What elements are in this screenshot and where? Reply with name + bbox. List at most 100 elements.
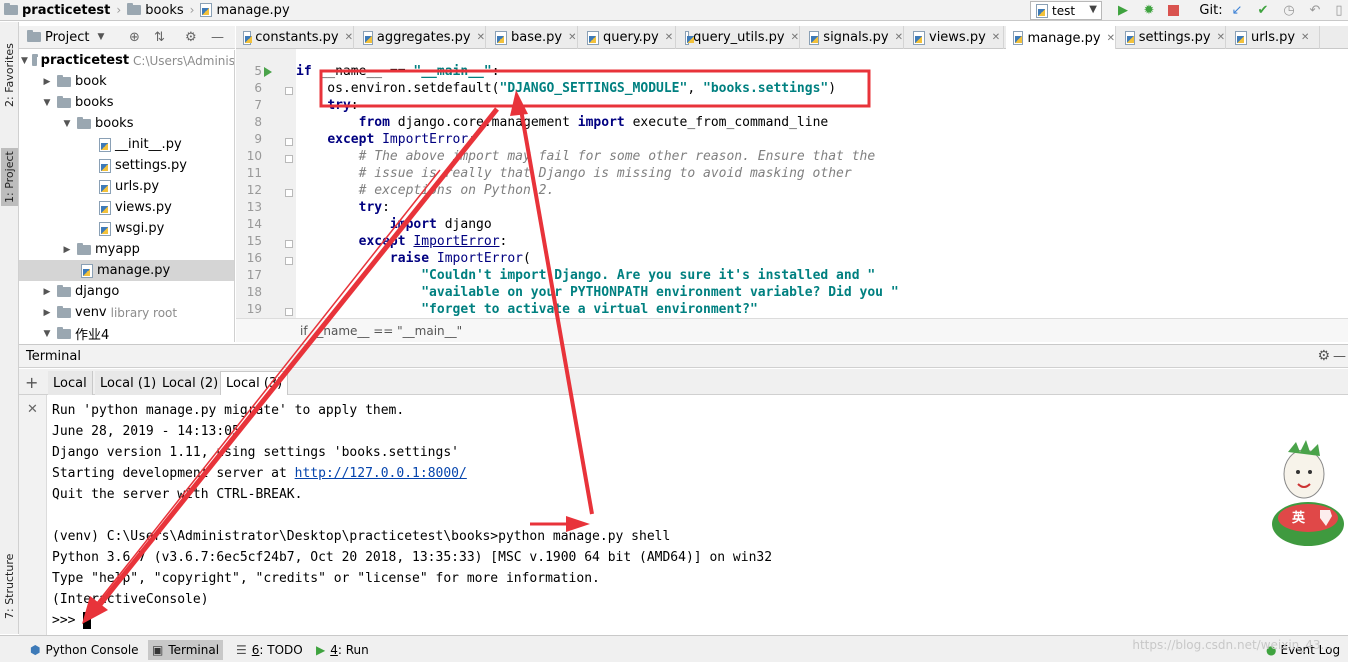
todo-button[interactable]: ☰ 6: TODO <box>232 640 307 660</box>
close-icon[interactable]: ✕ <box>895 32 903 43</box>
fold-marker-icon[interactable] <box>285 138 293 146</box>
collapsed-arrow-icon[interactable]: ▶ <box>61 245 73 255</box>
project-view-icon <box>27 30 41 42</box>
tree-item-venv[interactable]: ▶ venv library root <box>19 302 234 323</box>
tab-favorites[interactable]: 2: Favorites <box>1 30 18 120</box>
tree-item-wsgi[interactable]: wsgi.py <box>19 218 234 239</box>
line-number: 18 <box>246 285 262 299</box>
stop-icon[interactable] <box>1164 2 1182 19</box>
gear-icon[interactable]: ⚙ <box>185 30 197 45</box>
sync-icon[interactable]: ⊕ <box>129 30 140 45</box>
close-icon[interactable]: ✕ <box>1301 32 1309 43</box>
more-icon[interactable]: ▯ <box>1330 2 1348 19</box>
collapse-icon[interactable]: ⇅ <box>154 30 165 45</box>
hide-icon[interactable]: — <box>1333 349 1346 364</box>
breadcrumb-books[interactable]: books <box>123 0 187 21</box>
collapsed-arrow-icon[interactable]: ▶ <box>41 287 53 297</box>
close-icon[interactable]: ✕ <box>568 32 576 43</box>
run-configuration-select[interactable]: test ▼ <box>1030 1 1102 20</box>
fold-marker-icon[interactable] <box>285 155 293 163</box>
expanded-arrow-icon[interactable]: ▼ <box>41 329 53 339</box>
terminal-tab-local-1[interactable]: Local (1) <box>95 371 163 395</box>
project-panel-title[interactable]: Project <box>45 30 89 45</box>
debug-icon[interactable]: ✹ <box>1140 2 1158 19</box>
tree-item-zuoye4[interactable]: ▼ 作业4 <box>19 323 234 342</box>
tab-urls[interactable]: urls.py ✕ <box>1228 26 1320 49</box>
python-file-icon <box>1013 31 1024 45</box>
terminal-tab-local[interactable]: Local <box>48 371 93 395</box>
tree-item-settings[interactable]: settings.py <box>19 155 234 176</box>
project-panel-header: Project ▼ ⊕ ⇅ ⚙ — <box>19 26 235 49</box>
tree-item-init[interactable]: __init__.py <box>19 134 234 155</box>
tree-item-book[interactable]: ▶ book <box>19 71 234 92</box>
code-editor[interactable]: if __name__ == "__main__": os.environ.se… <box>296 49 1348 318</box>
close-icon[interactable]: ✕ <box>345 32 353 43</box>
breadcrumb-file[interactable]: manage.py <box>196 0 293 21</box>
server-url-link[interactable]: http://127.0.0.1:8000/ <box>295 466 467 481</box>
terminal-tab-local-3[interactable]: Local (3) <box>220 371 289 395</box>
close-icon[interactable]: ✕ <box>27 402 38 417</box>
run-icon[interactable]: ▶ <box>1114 2 1132 19</box>
expanded-arrow-icon[interactable]: ▼ <box>41 98 53 108</box>
fold-marker-icon[interactable] <box>285 257 293 265</box>
tree-item-django[interactable]: ▶ django <box>19 281 234 302</box>
add-terminal-icon[interactable]: + <box>25 373 38 392</box>
folder-icon <box>31 53 38 66</box>
chevron-down-icon[interactable]: ▼ <box>97 32 104 42</box>
collapsed-arrow-icon[interactable]: ▶ <box>41 308 53 318</box>
python-file-icon <box>99 137 111 152</box>
git-commit-icon[interactable]: ✔ <box>1254 2 1272 19</box>
fold-marker-icon[interactable] <box>285 240 293 248</box>
terminal-output[interactable]: Run 'python manage.py migrate' to apply … <box>48 395 1348 635</box>
tab-views[interactable]: views.py ✕ <box>906 26 1004 49</box>
terminal-tab-local-2[interactable]: Local (2) <box>157 371 225 395</box>
tab-project[interactable]: 1: Project <box>1 148 18 206</box>
python-file-icon <box>99 221 111 236</box>
editor-gutter: 5 6 7 8 9 10 11 12 13 14 15 16 17 18 19 <box>236 49 296 318</box>
tab-structure[interactable]: 7: Structure <box>1 542 18 630</box>
tab-settings[interactable]: settings.py ✕ <box>1118 26 1226 49</box>
tree-item-views[interactable]: views.py <box>19 197 234 218</box>
tab-query-utils[interactable]: query_utils.py ✕ <box>678 26 800 49</box>
hide-icon[interactable]: — <box>211 30 224 45</box>
code-breadcrumb[interactable]: if __name__ == "__main__" <box>236 318 1348 342</box>
tree-item-books-package[interactable]: ▼ books <box>19 113 234 134</box>
breadcrumb-project[interactable]: practicetest <box>0 0 114 21</box>
code-line: "forget to activate a virtual environmen… <box>421 302 758 317</box>
close-icon[interactable]: ✕ <box>1217 32 1225 43</box>
tree-item-manage[interactable]: manage.py <box>19 260 234 281</box>
terminal-tabs: + Local Local (1) Local (2) Local (3) <box>19 369 1348 395</box>
gear-icon[interactable]: ⚙ <box>1317 348 1330 364</box>
close-icon[interactable]: ✕ <box>992 32 1000 43</box>
collapsed-arrow-icon[interactable]: ▶ <box>41 77 53 87</box>
close-icon[interactable]: ✕ <box>665 32 673 43</box>
terminal-button[interactable]: ▣ Terminal <box>148 640 224 660</box>
fold-marker-icon[interactable] <box>285 308 293 316</box>
expanded-arrow-icon[interactable]: ▼ <box>61 119 73 129</box>
tab-aggregates[interactable]: aggregates.py ✕ <box>356 26 486 49</box>
tree-item-myapp[interactable]: ▶ myapp <box>19 239 234 260</box>
revert-icon[interactable]: ↶ <box>1306 2 1324 19</box>
python-file-icon <box>99 158 111 173</box>
close-icon[interactable]: ✕ <box>791 32 799 43</box>
python-console-button[interactable]: ⬢ Python Console <box>26 640 143 660</box>
tree-item-urls[interactable]: urls.py <box>19 176 234 197</box>
tree-item-practicetest[interactable]: ▼ practicetest C:\Users\Adminis <box>19 50 234 71</box>
tab-constants[interactable]: constants.py ✕ <box>236 26 354 49</box>
tab-signals[interactable]: signals.py ✕ <box>802 26 904 49</box>
tab-query[interactable]: query.py ✕ <box>580 26 676 49</box>
fold-marker-icon[interactable] <box>285 87 293 95</box>
run-button[interactable]: ▶ 4: Run <box>312 640 373 660</box>
fold-marker-icon[interactable] <box>285 189 293 197</box>
close-icon[interactable]: ✕ <box>1107 33 1115 44</box>
git-update-icon[interactable]: ↙ <box>1228 2 1246 19</box>
tab-base[interactable]: base.py ✕ <box>488 26 578 49</box>
tab-manage[interactable]: manage.py ✕ <box>1006 26 1116 50</box>
run-gutter-icon[interactable] <box>264 67 272 77</box>
terminal-line: Python 3.6.7 (v3.6.7:6ec5cf24b7, Oct 20 … <box>52 550 773 565</box>
history-icon[interactable]: ◷ <box>1280 2 1298 19</box>
tree-item-books[interactable]: ▼ books <box>19 92 234 113</box>
close-icon[interactable]: ✕ <box>477 32 485 43</box>
expanded-arrow-icon[interactable]: ▼ <box>21 56 28 66</box>
terminal-prompt-line[interactable]: >>> <box>52 610 1348 631</box>
